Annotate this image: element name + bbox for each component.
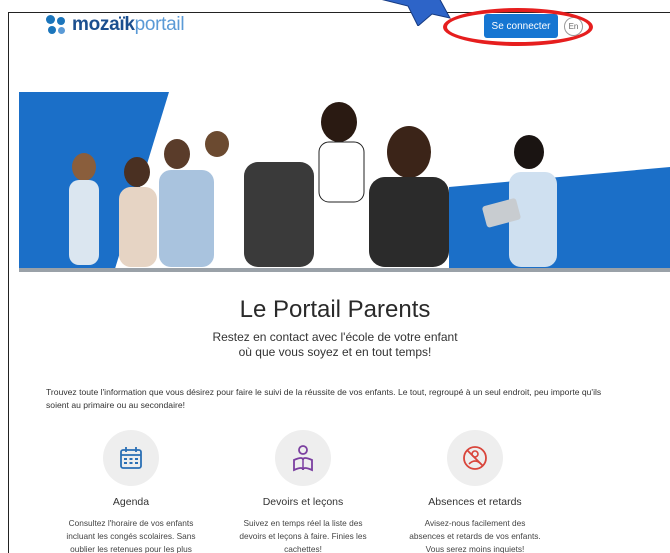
calendar-icon [120, 447, 142, 469]
mozaik-portail-logo[interactable]: mozaïkportail [46, 14, 185, 36]
annotation-highlight-ellipse [443, 8, 593, 46]
feature-devoirs: Devoirs et leçons Suivez en temps réel l… [218, 430, 388, 553]
person-reading-icon [293, 445, 313, 472]
feature-title: Absences et retards [428, 496, 522, 508]
logo-text: mozaïkportail [72, 14, 185, 35]
feature-agenda: Agenda Consultez l'horaire de vos enfant… [46, 430, 216, 553]
feature-title: Agenda [112, 496, 150, 508]
hero-banner-image [19, 92, 670, 272]
absence-icon [463, 446, 487, 470]
feature-description: Consultez l'horaire de vos enfants inclua… [66, 518, 196, 553]
logo-mark-icon [46, 15, 66, 35]
feature-description: Avisez-nous facilement des absences et re… [409, 518, 541, 553]
feature-absences: Absences et retards Avisez-nous facileme… [390, 430, 560, 553]
intro-paragraph: Trouvez toute l'information que vous dés… [46, 387, 602, 410]
page-subtitle: Restez en contact avec l'école de votre … [212, 330, 458, 359]
feature-title: Devoirs et leçons [262, 496, 344, 508]
feature-description: Suivez en temps réel la liste des devoirs… [239, 518, 367, 553]
page-title: Le Portail Parents [239, 296, 431, 323]
